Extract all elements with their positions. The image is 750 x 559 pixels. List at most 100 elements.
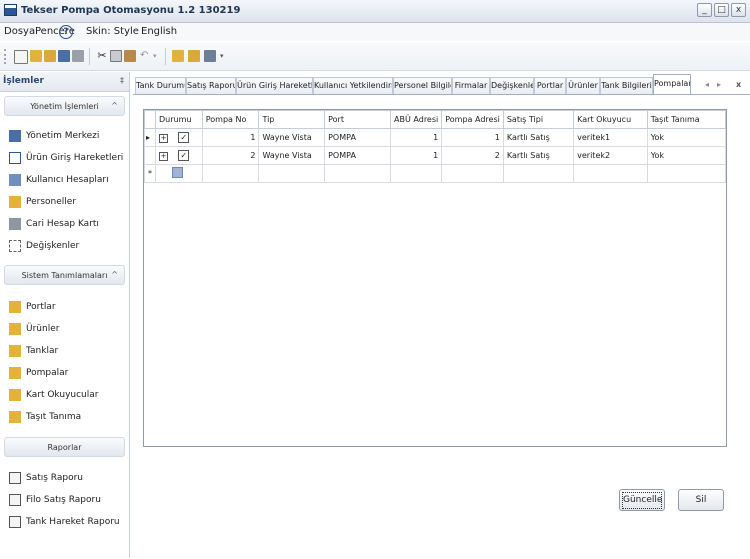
- delete-button[interactable]: Sil: [678, 489, 724, 511]
- tip-cell[interactable]: Wayne Vista: [258, 146, 326, 165]
- table-row[interactable]: ▸ + ✓ 1 Wayne Vista POMPA 1 1 Kartlı Sat…: [144, 128, 727, 147]
- save-all-icon[interactable]: [72, 50, 84, 62]
- title-bar: Tekser Pompa Otomasyonu 1.2 130219 _ □ x: [0, 0, 750, 23]
- kart-okuyucu-cell[interactable]: veritek1: [573, 128, 648, 147]
- column-header-pompa-adresi[interactable]: Pompa Adresi: [441, 110, 504, 129]
- pompalar-grid[interactable]: Durumu Pompa No Tip Port ABÜ Adresi Pomp…: [143, 109, 727, 447]
- maximize-button[interactable]: □: [714, 3, 729, 17]
- pompa-no-cell[interactable]: 1: [201, 128, 260, 147]
- toolbar-grip-icon[interactable]: [4, 49, 8, 64]
- undo-icon[interactable]: ↶: [140, 50, 152, 62]
- tab-strip: Tank Durumu Satış Raporu Ürün Giriş Hare…: [133, 74, 750, 95]
- menu-skin[interactable]: Skin: Style: [86, 26, 139, 37]
- durumu-cell[interactable]: + ✓: [155, 146, 203, 165]
- tab-degiskenler[interactable]: Değişkenler: [490, 77, 534, 94]
- menu-english[interactable]: English: [141, 26, 177, 37]
- folder-icon[interactable]: [44, 50, 56, 62]
- tab-close-icon[interactable]: x: [736, 80, 741, 89]
- port-cell[interactable]: [324, 164, 392, 183]
- open-folder-icon[interactable]: [30, 50, 42, 62]
- kart-okuyucu-cell[interactable]: veritek2: [573, 146, 648, 165]
- satis-tipi-cell[interactable]: [502, 164, 575, 183]
- tasit-tanima-cell[interactable]: Yok: [646, 146, 727, 165]
- sidebar-item-label: Ürün Giriş Hareketleri: [26, 153, 124, 163]
- minimize-button[interactable]: _: [697, 3, 712, 17]
- column-header-tip[interactable]: Tip: [258, 110, 326, 129]
- sidebar-item-label: Tank Hareket Raporu: [26, 517, 120, 527]
- tab-urun-giris[interactable]: Ürün Giriş Hareketleri: [236, 77, 313, 94]
- tasit-tanima-cell[interactable]: [646, 164, 727, 183]
- group-header-yonetim[interactable]: Yönetim İşlemleri ^: [4, 96, 125, 116]
- update-button[interactable]: Güncelle: [619, 489, 665, 511]
- abu-adresi-cell[interactable]: 1: [390, 128, 443, 147]
- expand-icon[interactable]: +: [159, 152, 168, 161]
- column-header-tasit-tanima[interactable]: Taşıt Tanıma: [646, 110, 727, 129]
- folder-icon: [9, 196, 21, 208]
- column-header-satis-tipi[interactable]: Satış Tipi: [502, 110, 575, 129]
- folder-icon: [9, 323, 21, 335]
- new-row-checkbox[interactable]: [171, 167, 183, 178]
- tab-tank-bilgileri[interactable]: Tank Bilgileri: [600, 77, 653, 94]
- group-header-raporlar[interactable]: Raporlar: [4, 437, 125, 457]
- durumu-cell[interactable]: + ✓: [155, 128, 203, 147]
- column-header-kart-okuyucu[interactable]: Kart Okuyucu: [573, 110, 648, 129]
- pompa-no-cell[interactable]: [201, 164, 260, 183]
- tab-urunler[interactable]: Ürünler: [566, 77, 600, 94]
- edit-icon[interactable]: [172, 50, 184, 62]
- pompa-adresi-cell[interactable]: [441, 164, 504, 183]
- tab-next-icon[interactable]: ▸: [717, 80, 721, 89]
- kart-okuyucu-cell[interactable]: [573, 164, 648, 183]
- print-icon[interactable]: [204, 50, 216, 62]
- variables-icon: [9, 240, 21, 252]
- group-header-sistem[interactable]: Sistem Tanımlamaları ^: [4, 265, 125, 285]
- new-row[interactable]: *: [144, 164, 727, 183]
- durumu-cell[interactable]: [155, 164, 203, 183]
- pompa-no-cell[interactable]: 2: [201, 146, 260, 165]
- table-row[interactable]: + ✓ 2 Wayne Vista POMPA 1 2 Kartlı Satış…: [144, 146, 727, 165]
- abu-adresi-cell[interactable]: [390, 164, 443, 183]
- column-header-pompa-no[interactable]: Pompa No: [201, 110, 260, 129]
- new-document-icon[interactable]: [14, 50, 28, 64]
- pompa-adresi-cell[interactable]: 1: [441, 128, 504, 147]
- undo-dropdown-icon[interactable]: ▾: [153, 50, 165, 62]
- chevron-up-icon[interactable]: ^: [111, 101, 118, 110]
- durumu-checkbox[interactable]: ✓: [178, 150, 190, 161]
- expand-icon[interactable]: +: [159, 134, 168, 143]
- column-header-abu-adresi[interactable]: ABÜ Adresi: [390, 110, 443, 129]
- column-header-port[interactable]: Port: [324, 110, 392, 129]
- menu-dosya[interactable]: Dosya: [4, 26, 35, 37]
- tab-prev-icon[interactable]: ◂: [705, 80, 709, 89]
- tip-cell[interactable]: Wayne Vista: [258, 128, 326, 147]
- port-cell[interactable]: POMPA: [324, 146, 392, 165]
- pompa-adresi-cell[interactable]: 2: [441, 146, 504, 165]
- abu-adresi-cell[interactable]: 1: [390, 146, 443, 165]
- sidebar-item-label: Filo Satış Raporu: [26, 495, 101, 505]
- sidebar-item-label: Personeller: [26, 197, 77, 207]
- toolbar-overflow-icon[interactable]: ▾: [220, 50, 232, 62]
- satis-tipi-cell[interactable]: Kartlı Satış: [502, 146, 575, 165]
- tab-pompalar[interactable]: Pompalar: [653, 74, 691, 95]
- report-icon: [9, 516, 21, 528]
- save-icon[interactable]: [58, 50, 70, 62]
- tab-portlar[interactable]: Portlar: [534, 77, 566, 94]
- toolbar-separator: [89, 48, 90, 65]
- tab-satis-raporu[interactable]: Satış Raporu: [186, 77, 236, 94]
- copy-icon[interactable]: [110, 50, 122, 62]
- help-icon[interactable]: ?: [59, 25, 73, 39]
- tab-kullanici-yetkilendirme[interactable]: Kullanıcı Yetkilendirme: [313, 77, 393, 94]
- folder-open-icon[interactable]: [188, 50, 200, 62]
- tasit-tanima-cell[interactable]: Yok: [646, 128, 727, 147]
- paste-icon[interactable]: [124, 50, 136, 62]
- tab-tank-durumu[interactable]: Tank Durumu: [135, 77, 186, 94]
- port-cell[interactable]: POMPA: [324, 128, 392, 147]
- tab-personel-bilgileri[interactable]: Personel Bilgileri: [393, 77, 452, 94]
- chevron-up-icon[interactable]: ^: [111, 270, 118, 279]
- tab-firmalar[interactable]: Firmalar: [452, 77, 490, 94]
- tip-cell[interactable]: [258, 164, 326, 183]
- column-header-durumu[interactable]: Durumu: [155, 110, 203, 129]
- satis-tipi-cell[interactable]: Kartlı Satış: [502, 128, 575, 147]
- durumu-checkbox[interactable]: ✓: [178, 132, 190, 143]
- close-button[interactable]: x: [731, 3, 746, 17]
- cut-icon[interactable]: ✂: [96, 50, 108, 62]
- pin-icon[interactable]: ‡: [120, 76, 124, 85]
